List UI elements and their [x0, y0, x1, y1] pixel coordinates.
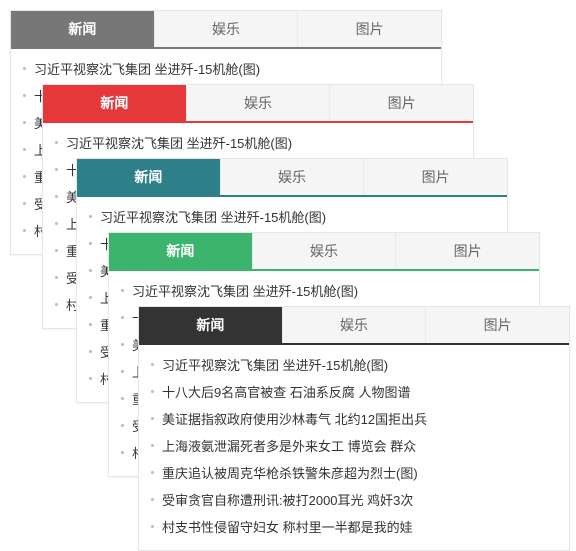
tab-bar: 新闻娱乐图片 [77, 159, 507, 197]
bullet-icon [23, 94, 26, 97]
bullet-icon [55, 276, 58, 279]
bullet-icon [121, 289, 124, 292]
list-item[interactable]: 习近平视察沈飞集团 坐进歼-15机舱(图) [89, 203, 495, 230]
tab-2[interactable]: 图片 [330, 85, 473, 121]
list-item[interactable]: 上海液氨泄漏死者多是外来女工 博览会 群众 [151, 432, 557, 459]
tab-2[interactable]: 图片 [396, 233, 539, 269]
list-item[interactable]: 十八大后9名高官被查 石油系反腐 人物图谱 [151, 378, 557, 405]
tab-2[interactable]: 图片 [426, 307, 569, 343]
bullet-icon [121, 343, 124, 346]
bullet-icon [55, 222, 58, 225]
news-list: 习近平视察沈飞集团 坐进歼-15机舱(图) 十八大后9名高官被查 石油系反腐 人物… [139, 345, 569, 550]
bullet-icon [55, 195, 58, 198]
bullet-icon [151, 498, 154, 501]
bullet-icon [23, 202, 26, 205]
bullet-icon [55, 249, 58, 252]
bullet-icon [121, 424, 124, 427]
list-item[interactable]: 重庆追认被周克华枪杀铁警朱彦超为烈士(图) [151, 459, 557, 486]
bullet-icon [89, 296, 92, 299]
bullet-icon [151, 390, 154, 393]
tab-0[interactable]: 新闻 [77, 159, 221, 195]
tab-bar: 新闻娱乐图片 [43, 85, 473, 123]
bullet-icon [121, 451, 124, 454]
list-item-label: 习近平视察沈飞集团 坐进歼-15机舱(图) [100, 207, 326, 226]
tab-bar: 新闻娱乐图片 [139, 307, 569, 345]
list-item-label: 美证据指叙政府使用沙林毒气 北约12国拒出兵 [162, 409, 427, 428]
list-item-label: 十八大后9名高官被查 石油系反腐 人物图谱 [162, 382, 410, 401]
tab-1[interactable]: 娱乐 [283, 307, 427, 343]
list-item-label: 上海液氨泄漏死者多是外来女工 博览会 群众 [162, 436, 416, 455]
list-item-label: 受审贪官自称遭刑讯:被打2000耳光 鸡奸3次 [162, 490, 413, 509]
bullet-icon [23, 121, 26, 124]
bullet-icon [89, 377, 92, 380]
tab-1[interactable]: 娱乐 [221, 159, 365, 195]
list-item[interactable]: 受审贪官自称遭刑讯:被打2000耳光 鸡奸3次 [151, 486, 557, 513]
list-item-label: 习近平视察沈飞集团 坐进歼-15机舱(图) [66, 133, 292, 152]
bullet-icon [151, 363, 154, 366]
list-item-label: 村支书性侵留守妇女 称村里一半都是我的娃 [162, 517, 413, 536]
tab-0[interactable]: 新闻 [139, 307, 283, 343]
bullet-icon [121, 397, 124, 400]
list-item[interactable]: 习近平视察沈飞集团 坐进歼-15机舱(图) [55, 129, 461, 156]
list-item[interactable]: 村支书性侵留守妇女 称村里一半都是我的娃 [151, 513, 557, 540]
bullet-icon [151, 444, 154, 447]
bullet-icon [89, 323, 92, 326]
list-item-label: 习近平视察沈飞集团 坐进歼-15机舱(图) [132, 281, 358, 300]
list-item[interactable]: 习近平视察沈飞集团 坐进歼-15机舱(图) [121, 277, 527, 304]
list-item-label: 习近平视察沈飞集团 坐进歼-15机舱(图) [34, 59, 260, 78]
tab-2[interactable]: 图片 [364, 159, 507, 195]
bullet-icon [151, 525, 154, 528]
tab-0[interactable]: 新闻 [109, 233, 253, 269]
tab-0[interactable]: 新闻 [11, 11, 155, 47]
bullet-icon [23, 175, 26, 178]
list-item[interactable]: 美证据指叙政府使用沙林毒气 北约12国拒出兵 [151, 405, 557, 432]
bullet-icon [55, 168, 58, 171]
list-item[interactable]: 习近平视察沈飞集团 坐进歼-15机舱(图) [151, 351, 557, 378]
bullet-icon [55, 303, 58, 306]
bullet-icon [89, 350, 92, 353]
bullet-icon [23, 148, 26, 151]
bullet-icon [151, 471, 154, 474]
list-item[interactable]: 习近平视察沈飞集团 坐进歼-15机舱(图) [23, 55, 429, 82]
tab-1[interactable]: 娱乐 [187, 85, 331, 121]
bullet-icon [121, 316, 124, 319]
tab-bar: 新闻娱乐图片 [11, 11, 441, 49]
tab-1[interactable]: 娱乐 [155, 11, 299, 47]
tab-bar: 新闻娱乐图片 [109, 233, 539, 271]
bullet-icon [23, 229, 26, 232]
list-item-label: 重庆追认被周克华枪杀铁警朱彦超为烈士(图) [162, 463, 418, 482]
tab-1[interactable]: 娱乐 [253, 233, 397, 269]
bullet-icon [23, 67, 26, 70]
bullet-icon [89, 215, 92, 218]
bullet-icon [151, 417, 154, 420]
bullet-icon [89, 269, 92, 272]
bullet-icon [121, 370, 124, 373]
list-item-label: 习近平视察沈飞集团 坐进歼-15机舱(图) [162, 355, 388, 374]
tab-2[interactable]: 图片 [298, 11, 441, 47]
bullet-icon [89, 242, 92, 245]
tab-0[interactable]: 新闻 [43, 85, 187, 121]
bullet-icon [55, 141, 58, 144]
tab-card: 新闻娱乐图片习近平视察沈飞集团 坐进歼-15机舱(图) 十八大后9名高官被查 石油… [138, 306, 570, 551]
